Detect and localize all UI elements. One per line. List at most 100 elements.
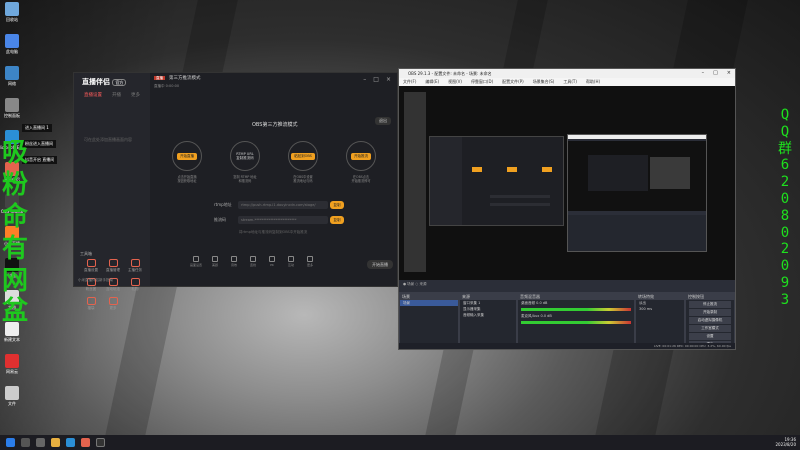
app-icon xyxy=(5,2,19,16)
step-circle: RTMP URL 复制推流码 xyxy=(230,141,260,171)
sources-title: 来源 xyxy=(460,293,516,300)
control-button[interactable]: 启动虚拟摄像机 xyxy=(689,317,731,324)
close-icon[interactable]: × xyxy=(386,76,391,83)
bottom-tool-label: PK xyxy=(270,263,274,267)
tab-start[interactable]: 开播 xyxy=(112,92,121,98)
edge-icon[interactable] xyxy=(66,438,75,447)
duration-field[interactable]: 300 ms xyxy=(636,306,684,312)
tool-item[interactable]: 福袋 xyxy=(80,297,102,311)
volume-meter[interactable] xyxy=(521,321,631,324)
guide-link[interactable]: 小米直播伴侣新手指南 xyxy=(78,278,113,283)
desktop-icon[interactable]: 网络 xyxy=(1,66,23,87)
bottom-tool[interactable]: 画面设置 xyxy=(189,256,203,268)
minimize-icon[interactable]: – xyxy=(363,76,366,83)
maximize-icon[interactable]: □ xyxy=(373,76,379,83)
obs-icon[interactable] xyxy=(96,438,105,447)
handwriting-char: 命 xyxy=(2,202,29,232)
tool-icon xyxy=(108,297,118,305)
tools-title: 工具箱 xyxy=(80,251,92,256)
desktop-icon[interactable]: 文件 xyxy=(1,386,23,407)
qq-char: 0 xyxy=(780,190,790,207)
search-icon[interactable] xyxy=(21,438,30,447)
bottom-tool[interactable]: PK xyxy=(265,256,279,268)
tool-label: 互动玩法 xyxy=(106,287,120,291)
control-button[interactable]: 开始录制 xyxy=(689,309,731,316)
tool-item[interactable]: 直播设置 xyxy=(80,259,102,273)
file-explorer-icon[interactable] xyxy=(51,438,60,447)
steps: 开始直播 点击开始直播 按钮获取地址 RTMP URL 复制推流码 复制 RTMP 地… xyxy=(164,141,384,183)
obs-preview[interactable] xyxy=(399,86,735,280)
douyin-sidebar: 直播伴侣 官方 直播设置 开播 更多 可在此处添加直播画面内容 工具箱 直播设置… xyxy=(74,73,150,310)
menu-item[interactable]: 帮助(H) xyxy=(586,78,600,86)
tab-live-settings[interactable]: 直播设置 xyxy=(84,92,102,98)
desktop-icon[interactable]: 此电脑 xyxy=(1,34,23,55)
rtmp-url-field[interactable]: rtmp://push-rtmp-l1.douyincdn.com/stage/ xyxy=(238,201,328,209)
close-icon[interactable]: × xyxy=(727,69,731,78)
menu-item[interactable]: 场景集合(S) xyxy=(533,78,555,86)
volume-meter[interactable] xyxy=(521,308,631,311)
menu-item[interactable]: 编辑(E) xyxy=(425,78,439,86)
bottom-tool[interactable]: 互动 xyxy=(284,256,298,268)
copy-url-button[interactable]: 复制 xyxy=(330,201,344,209)
tool-label: 更多 xyxy=(109,306,117,310)
qq-char: 2 xyxy=(780,174,790,191)
tool-item[interactable]: 直播管理 xyxy=(102,259,124,273)
task-view-icon[interactable] xyxy=(36,438,45,447)
stream-key-field[interactable]: stream-************************ xyxy=(238,216,328,224)
audio-mixer-dock: 音频混音器 桌面音频 0.0 dB 麦克风/Aux 0.0 dB xyxy=(517,292,635,348)
minimize-icon[interactable]: – xyxy=(702,69,705,78)
desktop-icon[interactable]: 控制面板 xyxy=(1,98,23,119)
bottom-tool[interactable]: 美颜 xyxy=(208,256,222,268)
tool-item[interactable]: 主播任务 xyxy=(124,259,146,273)
obs-menubar: 文件(F) 编辑(E) 视图(V) 停靠窗口(D) 配置文件(P) 场景集合(S) 工具(T… xyxy=(399,78,735,86)
bottom-tool[interactable]: 音效 xyxy=(227,256,241,268)
start-live-button[interactable]: 开始直播 xyxy=(367,260,393,269)
tab-more[interactable]: 更多 xyxy=(131,92,140,98)
scene-item[interactable]: 场景 xyxy=(400,300,458,306)
window-controls: – □ × xyxy=(363,76,391,83)
qq-group-vertical-text: Q Q 群 6 2 0 8 0 2 0 9 3 xyxy=(777,107,793,309)
system-tray-clock[interactable]: 19:36 2023/8/20 xyxy=(775,437,796,447)
handwriting-char: 粉 xyxy=(2,170,29,200)
bottom-tool[interactable]: 更多 xyxy=(303,256,317,268)
source-item[interactable]: 音频输入采集 xyxy=(460,312,516,318)
step-item: 粘贴到OBS 在OBS中设置 推流地址与码 xyxy=(280,141,326,183)
desktop-icon[interactable]: 回收站 xyxy=(1,2,23,23)
app-icon xyxy=(5,34,19,48)
tool-item[interactable]: 礼物 xyxy=(124,278,146,292)
menu-item[interactable]: 视图(V) xyxy=(448,78,462,86)
menu-item[interactable]: 配置文件(P) xyxy=(502,78,524,86)
preview-desktop-strip xyxy=(404,92,426,272)
tool-icon xyxy=(86,259,96,267)
transitions-title: 转场特效 xyxy=(636,293,684,300)
note-text: 将rtmp地址与推流码复制到OBS中开始推流 xyxy=(239,230,308,234)
sources-dock: 来源 窗口采集 1 显示器采集 音频输入采集 xyxy=(459,292,517,348)
obs-window[interactable]: OBS 29.1.3 - 配置文件: 未命名 - 场景: 未命名 – □ × 文件(… xyxy=(398,68,736,350)
menu-item[interactable]: 文件(F) xyxy=(403,78,416,86)
controls-title: 控制按钮 xyxy=(686,293,734,300)
menu-item[interactable]: 工具(T) xyxy=(563,78,577,86)
step-label: 粘贴到OBS xyxy=(291,152,315,160)
douyin-companion-window[interactable]: 直播伴侣 官方 直播设置 开播 更多 可在此处添加直播画面内容 工具箱 直播设置… xyxy=(73,72,398,310)
copy-key-button[interactable]: 复制 xyxy=(330,216,344,224)
douyin-companion-icon[interactable] xyxy=(81,438,90,447)
menu-item[interactable]: 停靠窗口(D) xyxy=(471,78,493,86)
tool-item[interactable]: 更多 xyxy=(102,297,124,311)
bottom-tool[interactable]: 连线 xyxy=(246,256,260,268)
tool-label: 礼物 xyxy=(131,287,139,291)
scenes-title: 场景 xyxy=(400,293,458,300)
tool-icon xyxy=(108,259,118,267)
control-button[interactable]: 停止推流 xyxy=(689,301,731,308)
mixer-db: 0.0 dB xyxy=(536,301,548,305)
control-button[interactable]: 设置 xyxy=(689,333,731,340)
desktop-icon-label: 回收站 xyxy=(6,17,18,22)
exit-mode-button[interactable]: 退出 xyxy=(375,117,391,125)
tool-icon xyxy=(130,259,140,267)
start-menu-icon[interactable] xyxy=(6,438,15,447)
bottom-tool-label: 美颜 xyxy=(211,263,218,267)
desktop-icon-label: 此电脑 xyxy=(6,49,18,54)
tool-label: 直播设置 xyxy=(84,268,98,272)
control-button[interactable]: 工作室模式 xyxy=(689,325,731,332)
desktop-icon[interactable]: 网易云 xyxy=(1,354,23,375)
maximize-icon[interactable]: □ xyxy=(713,69,718,78)
